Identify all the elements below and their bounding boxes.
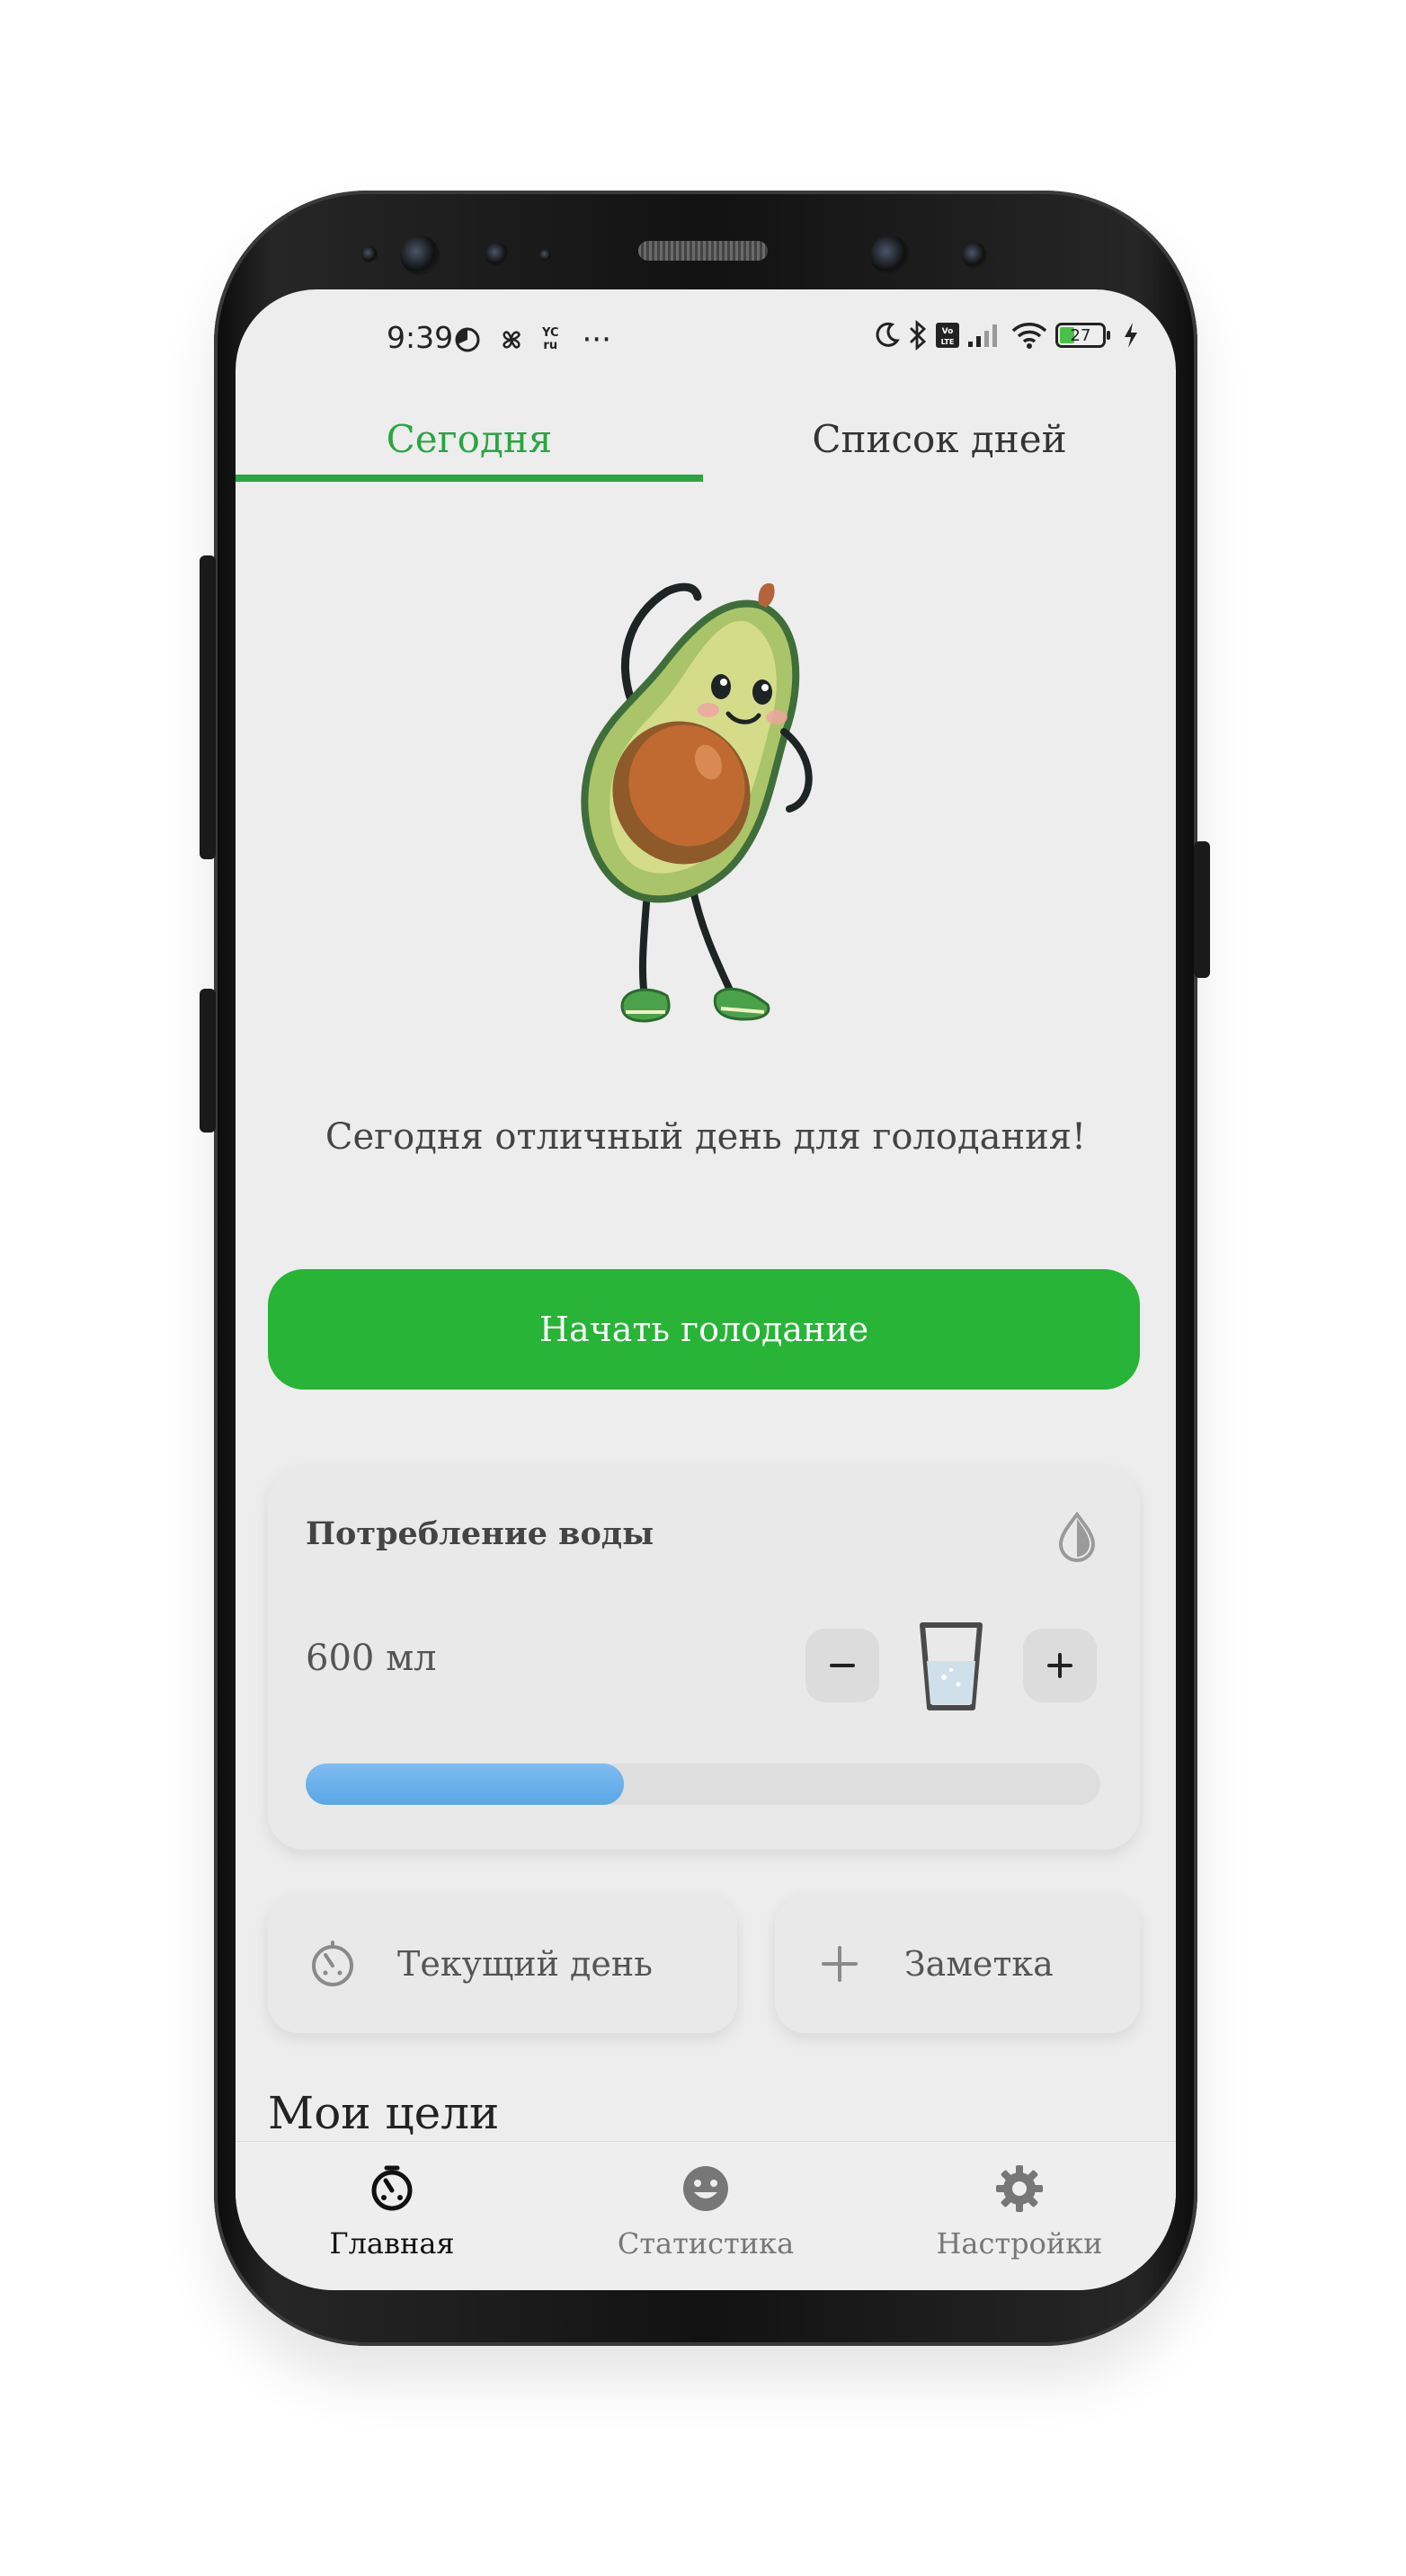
water-progress-bar (306, 1763, 1100, 1805)
current-day-label: Текущий день (397, 1944, 653, 1984)
bluetooth-icon (910, 320, 927, 351)
pie-app-icon (455, 327, 480, 352)
sensor (361, 246, 378, 262)
water-intake-card: Потребление воды 600 мл (268, 1467, 1140, 1850)
nav-settings-label: Настройки (936, 2226, 1103, 2261)
notification-icons: YC ru ··· (454, 322, 611, 358)
timer-icon (371, 2165, 413, 2211)
earpiece-speaker (638, 241, 768, 261)
add-note-button[interactable]: Заметка (775, 1895, 1140, 2033)
wifi-icon (1011, 323, 1047, 349)
decrease-water-button[interactable] (805, 1629, 879, 1702)
signal-icon (968, 324, 997, 347)
nav-settings[interactable]: Настройки (863, 2142, 1176, 2290)
water-progress-fill (306, 1763, 624, 1805)
gear-icon (996, 2165, 1043, 2212)
bixby-button (200, 989, 216, 1133)
pinwheel-icon (503, 331, 521, 349)
app-screen: 9:39 YC ru ··· Vo LTE 27 Сегодня Список … (236, 289, 1176, 2290)
increase-water-button[interactable] (1023, 1629, 1097, 1702)
current-day-button[interactable]: Текущий день (268, 1895, 737, 2033)
motivation-text: Сегодня отличный день для голодания! (325, 1116, 1087, 1158)
start-fasting-button[interactable]: Начать голодание (268, 1269, 1140, 1390)
minus-icon (830, 1664, 855, 1667)
system-icons: Vo LTE 27 (874, 320, 1140, 351)
iris-scanner (400, 235, 440, 275)
charging-icon (1125, 323, 1137, 348)
smile-icon (683, 2166, 728, 2211)
sensor (485, 243, 509, 266)
nav-home[interactable]: Главная (236, 2142, 548, 2290)
tab-days-list[interactable]: Список дней (703, 388, 1176, 489)
sensor (539, 249, 552, 262)
nav-statistics[interactable]: Статистика (549, 2142, 862, 2290)
timer-icon (312, 1941, 353, 1986)
volte-icon: Vo LTE (936, 323, 959, 348)
volume-button (200, 555, 216, 859)
status-bar: 9:39 YC ru ··· Vo LTE 27 (236, 289, 1176, 388)
plus-icon (1047, 1653, 1072, 1678)
goals-section-title: Мои цели (268, 2087, 500, 2139)
battery-icon: 27 (1055, 323, 1110, 348)
more-notifications-icon: ··· (582, 322, 611, 358)
moon-icon (876, 322, 900, 347)
water-glass-icon (920, 1622, 983, 1710)
bottom-navigation: Главная Статистика Настройки (236, 2141, 1176, 2290)
front-camera (870, 235, 910, 275)
plus-icon (822, 1946, 858, 1982)
svg-text:LTE: LTE (941, 338, 955, 346)
nav-statistics-label: Статистика (617, 2226, 795, 2261)
tab-indicator (236, 475, 703, 482)
sensor (962, 243, 987, 268)
svg-text:Vo: Vo (942, 327, 954, 336)
nav-home-label: Главная (329, 2226, 455, 2261)
power-button (1194, 841, 1210, 978)
status-time: 9:39 (387, 320, 454, 355)
yc-ru-icon: YC ru (542, 326, 559, 352)
water-card-title: Потребление воды (306, 1515, 654, 1552)
note-label: Заметка (904, 1944, 1054, 1984)
water-drop-icon[interactable] (1055, 1512, 1099, 1562)
avocado-mascot-illustration (581, 582, 813, 1023)
water-amount: 600 мл (306, 1638, 437, 1679)
